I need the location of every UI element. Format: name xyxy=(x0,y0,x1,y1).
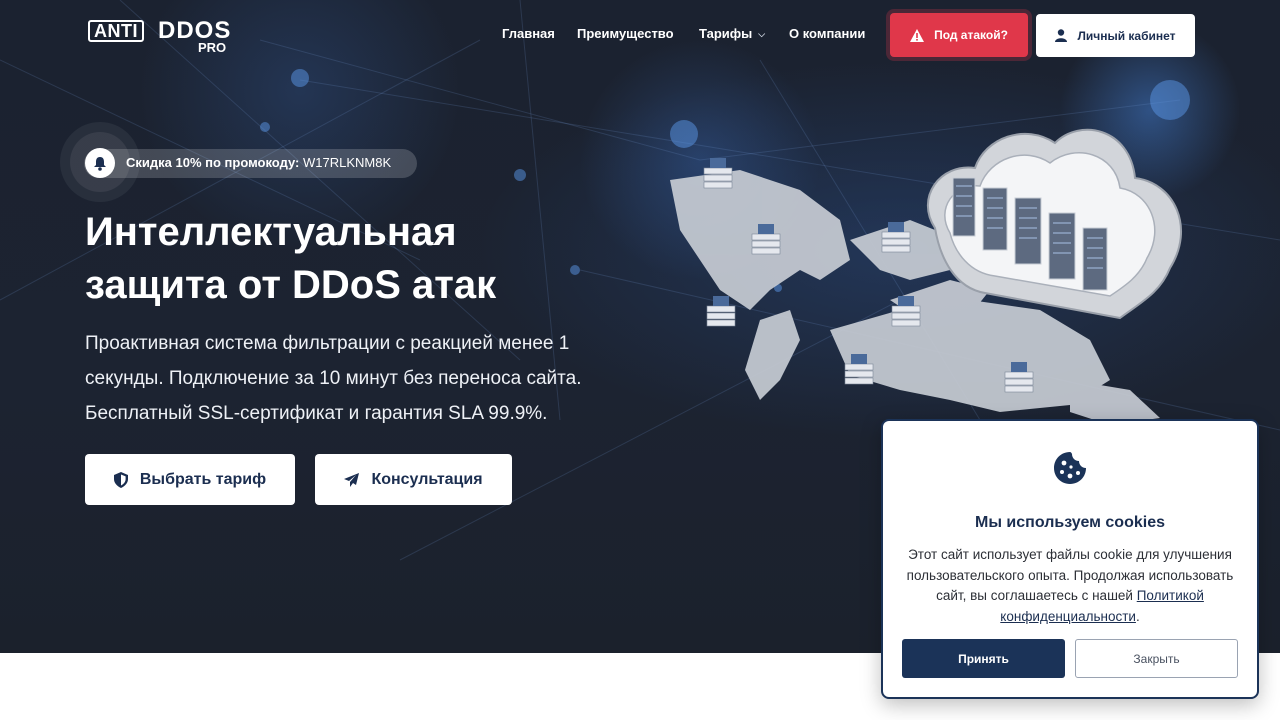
under-attack-button[interactable]: Под атакой? xyxy=(890,13,1028,57)
shield-icon xyxy=(113,471,128,488)
under-attack-label: Под атакой? xyxy=(934,28,1008,42)
promo-text: Скидка 10% по промокоду: W17RLKNM8K xyxy=(126,155,391,170)
personal-cabinet-button[interactable]: Личный кабинет xyxy=(1036,14,1195,57)
choose-tariff-label: Выбрать тариф xyxy=(139,470,267,488)
hero-subtitle-line-3: Бесплатный SSL-сертификат и гарантия SLA… xyxy=(85,403,548,424)
nav-tariffs-label: Тарифы xyxy=(699,26,753,41)
nav-advantages[interactable]: Преимущество xyxy=(577,26,674,44)
hero-subtitle: Проактивная система фильтрации с реакцие… xyxy=(85,326,645,431)
bell-icon xyxy=(85,148,115,178)
cookie-text: Этот сайт использует файлы cookie для ул… xyxy=(901,545,1239,627)
paper-plane-icon xyxy=(344,472,360,487)
hero-subtitle-line-2: секунды. Подключение за 10 минут без пер… xyxy=(85,368,582,389)
chevron-down-icon: ⌵ xyxy=(758,29,766,40)
user-icon xyxy=(1055,29,1068,42)
hero-title-line-1: Интеллектуальная xyxy=(85,210,457,254)
cookie-text-period: . xyxy=(1135,608,1140,624)
choose-tariff-button[interactable]: Выбрать тариф xyxy=(85,454,295,505)
logo-pro: PRO xyxy=(198,40,227,55)
nav-home[interactable]: Главная xyxy=(502,26,555,44)
close-cookies-button[interactable]: Закрыть xyxy=(1075,639,1238,678)
logo[interactable]: ANTI DDOS PRO xyxy=(86,14,236,56)
cookie-banner: Мы используем cookies Этот сайт использу… xyxy=(881,419,1259,699)
cookie-icon xyxy=(1054,452,1086,484)
consultation-button[interactable]: Консультация xyxy=(315,454,512,505)
promo-label: Скидка 10% по промокоду: xyxy=(126,155,300,170)
nav-tariffs[interactable]: Тарифы ⌵ xyxy=(699,26,765,44)
hero-title: Интеллектуальная защита от DDoS атак xyxy=(85,206,645,312)
promo-code: W17RLKNM8K xyxy=(303,155,392,170)
accept-cookies-button[interactable]: Принять xyxy=(902,639,1065,678)
warning-icon xyxy=(910,28,925,42)
cookie-title: Мы используем cookies xyxy=(974,514,1165,531)
hero-subtitle-line-1: Проактивная система фильтрации с реакцие… xyxy=(85,333,570,354)
logo-anti: ANTI xyxy=(88,20,144,42)
personal-cabinet-label: Личный кабинет xyxy=(1077,28,1176,43)
cloud-servers-illustration xyxy=(926,128,1182,320)
consultation-label: Консультация xyxy=(371,470,483,488)
hero-title-line-2: защита от DDoS атак xyxy=(85,263,497,307)
nav-about[interactable]: О компании xyxy=(789,26,865,44)
